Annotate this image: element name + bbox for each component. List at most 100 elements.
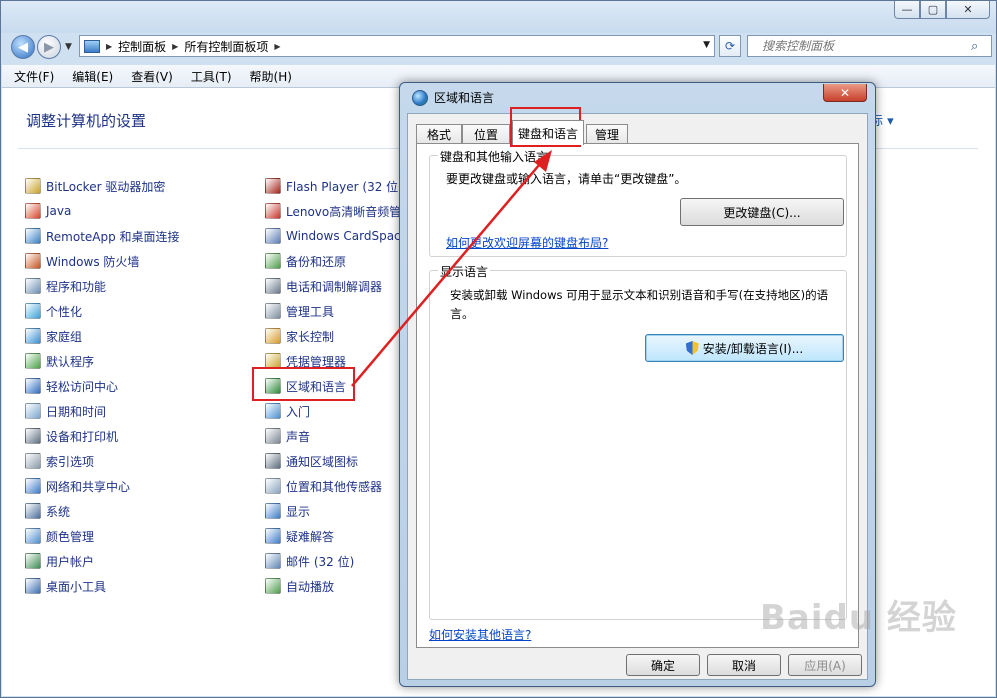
- tab-formats[interactable]: 格式: [416, 124, 462, 144]
- control-panel-item-icon: [265, 328, 281, 344]
- control-panel-item-icon: [265, 178, 281, 194]
- control-panel-item-icon: [25, 328, 41, 344]
- install-uninstall-languages-button[interactable]: 安装/卸载语言(I)...: [645, 334, 844, 362]
- address-dropdown-icon[interactable]: ▼: [703, 40, 710, 50]
- cp-col1-item[interactable]: 网络和共享中心: [25, 476, 130, 496]
- cp-col2-item[interactable]: 备份和还原: [265, 251, 346, 271]
- globe-icon: [412, 89, 428, 106]
- control-panel-item-label: 用户帐户: [46, 554, 95, 569]
- control-panel-item-label: Java: [46, 204, 72, 218]
- cp-col1-item[interactable]: 系统: [25, 501, 70, 521]
- cp-col1-item[interactable]: 轻松访问中心: [25, 376, 118, 396]
- control-panel-item-label: 备份和还原: [286, 254, 347, 269]
- cp-col1-item[interactable]: 颜色管理: [25, 526, 94, 546]
- cp-col1-item[interactable]: 桌面小工具: [25, 576, 106, 596]
- cp-col2-item[interactable]: Flash Player (32 位): [265, 176, 403, 196]
- menu-view[interactable]: 查看(V): [119, 68, 179, 85]
- keyboards-languages-panel: 键盘和其他输入语言 要更改键盘或输入语言，请单击“更改键盘”。 更改键盘(C).…: [416, 143, 859, 648]
- cp-col1-item[interactable]: BitLocker 驱动器加密: [25, 176, 165, 196]
- cp-col2-item[interactable]: 显示: [265, 501, 310, 521]
- cp-col2-item[interactable]: 入门: [265, 401, 310, 421]
- cancel-button[interactable]: 取消: [707, 654, 781, 676]
- cp-col2-item[interactable]: Windows CardSpac: [265, 226, 401, 246]
- control-panel-item-label: 桌面小工具: [46, 579, 107, 594]
- cp-col2-item[interactable]: Lenovo高清晰音频管: [265, 201, 401, 221]
- display-language-title: 显示语言: [438, 263, 491, 280]
- control-panel-item-label: 入门: [286, 404, 311, 419]
- cp-col1-item[interactable]: 设备和打印机: [25, 426, 118, 446]
- cp-col2-item[interactable]: 疑难解答: [265, 526, 334, 546]
- control-panel-item-label: Windows 防火墙: [46, 254, 140, 269]
- cp-col2-item[interactable]: 声音: [265, 426, 310, 446]
- chevron-right-icon[interactable]: ▶: [106, 42, 112, 51]
- refresh-button[interactable]: ⟳: [719, 35, 741, 57]
- cp-col1-item[interactable]: 用户帐户: [25, 551, 94, 571]
- welcome-keyboard-layout-link[interactable]: 如何更改欢迎屏幕的键盘布局?: [446, 234, 608, 251]
- cp-col2-item[interactable]: 邮件 (32 位): [265, 551, 354, 571]
- dialog-title: 区域和语言: [434, 91, 495, 105]
- cp-col1-item[interactable]: 索引选项: [25, 451, 94, 471]
- forward-button[interactable]: ▶: [37, 35, 61, 59]
- search-box[interactable]: ⌕: [747, 35, 992, 57]
- control-panel-item-label: 网络和共享中心: [46, 479, 131, 494]
- breadcrumb-control-panel[interactable]: 控制面板: [118, 38, 166, 55]
- cp-col2-item[interactable]: 位置和其他传感器: [265, 476, 382, 496]
- maximize-button[interactable]: ▢: [920, 1, 946, 19]
- display-language-description-line1: 安装或卸载 Windows 可用于显示文本和识别语音和手写(在支持地区)的语: [450, 288, 829, 302]
- cp-col1-item[interactable]: 默认程序: [25, 351, 94, 371]
- cp-col2-item[interactable]: 电话和调制解调器: [265, 276, 382, 296]
- control-panel-item-icon: [265, 578, 281, 594]
- cp-col1-item[interactable]: 程序和功能: [25, 276, 106, 296]
- control-panel-item-icon: [25, 478, 41, 494]
- change-keyboards-button[interactable]: 更改键盘(C)...: [680, 198, 844, 226]
- control-panel-item-icon: [265, 403, 281, 419]
- cp-col2-item[interactable]: 家长控制: [265, 326, 334, 346]
- apply-button[interactable]: 应用(A): [788, 654, 862, 676]
- install-uninstall-languages-label: 安装/卸载语言(I)...: [702, 341, 804, 356]
- control-panel-item-icon: [25, 503, 41, 519]
- minimize-button[interactable]: —: [894, 1, 920, 19]
- cp-col1-item[interactable]: Windows 防火墙: [25, 251, 139, 271]
- menu-edit[interactable]: 编辑(E): [60, 68, 119, 85]
- cp-col1-item[interactable]: 家庭组: [25, 326, 82, 346]
- dialog-close-button[interactable]: ✕: [823, 84, 867, 102]
- tab-administrative[interactable]: 管理: [586, 124, 628, 144]
- control-panel-icon: [84, 39, 100, 53]
- search-input[interactable]: [748, 38, 971, 54]
- recent-pages-dropdown[interactable]: ▼: [65, 42, 72, 52]
- menu-help[interactable]: 帮助(H): [238, 68, 298, 85]
- cp-col2-item[interactable]: 自动播放: [265, 576, 334, 596]
- control-panel-item-icon: [265, 203, 281, 219]
- cp-col1-item[interactable]: 个性化: [25, 301, 82, 321]
- search-icon[interactable]: ⌕: [971, 39, 985, 54]
- install-other-languages-link[interactable]: 如何安装其他语言?: [429, 626, 531, 643]
- control-panel-item-icon: [25, 303, 41, 319]
- cp-col1-item[interactable]: Java: [25, 201, 71, 221]
- cp-col1-item[interactable]: 日期和时间: [25, 401, 106, 421]
- tab-keyboards-languages[interactable]: 键盘和语言: [512, 120, 584, 145]
- control-panel-item-icon: [25, 528, 41, 544]
- control-panel-item-icon: [25, 228, 41, 244]
- breadcrumb-all-items[interactable]: 所有控制面板项: [184, 38, 268, 55]
- control-panel-item-icon: [265, 228, 281, 244]
- close-button[interactable]: ✕: [946, 1, 990, 19]
- menu-tools[interactable]: 工具(T): [179, 68, 238, 85]
- ok-button[interactable]: 确定: [626, 654, 700, 676]
- back-button[interactable]: ◀: [11, 35, 35, 59]
- control-panel-item-icon: [25, 453, 41, 469]
- address-bar[interactable]: ▶ 控制面板 ▶ 所有控制面板项 ▶ ▼: [79, 35, 715, 57]
- highlight-region-language-item: [252, 367, 355, 401]
- chevron-right-icon[interactable]: ▶: [172, 42, 178, 51]
- dialog-body: 格式 位置 键盘和语言 管理 键盘和其他输入语言 要更改键盘或输入语言，请单击“…: [407, 113, 868, 680]
- cp-col2-item[interactable]: 通知区域图标: [265, 451, 358, 471]
- cp-col2-item[interactable]: 管理工具: [265, 301, 334, 321]
- cp-col1-item[interactable]: RemoteApp 和桌面连接: [25, 226, 180, 246]
- refresh-icon: ⟳: [724, 39, 736, 53]
- chevron-right-icon[interactable]: ▶: [274, 42, 280, 51]
- menu-file[interactable]: 文件(F): [2, 68, 60, 85]
- control-panel-item-icon: [25, 378, 41, 394]
- control-panel-item-label: 设备和打印机: [46, 429, 119, 444]
- control-panel-item-icon: [25, 253, 41, 269]
- control-panel-item-label: Flash Player (32 位): [286, 179, 403, 194]
- tab-location[interactable]: 位置: [462, 124, 510, 144]
